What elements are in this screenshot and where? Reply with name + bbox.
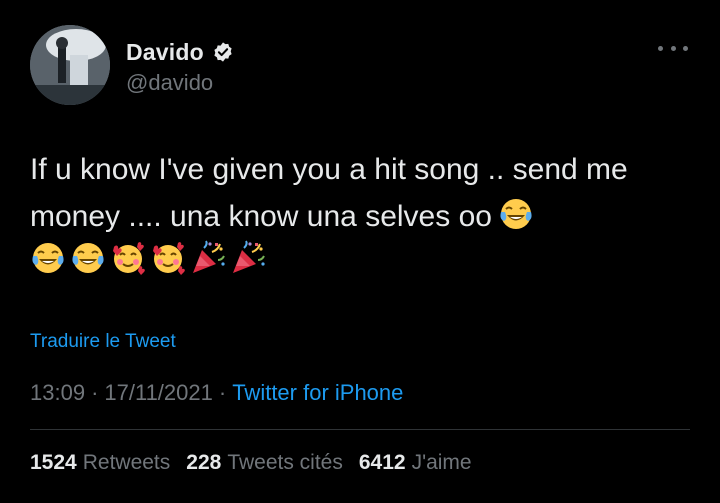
tears-of-joy-emoji-icon [30, 240, 66, 276]
likes-count: 6412 [358, 451, 406, 474]
smiling-face-with-hearts-emoji-icon [110, 240, 146, 276]
author-name-row: Davido [126, 38, 234, 66]
tweet-stats: 1524 Retweets 228 Tweets cités 6412 J'aime [30, 451, 488, 475]
retweets-label: Retweets [82, 451, 171, 474]
divider [30, 429, 690, 430]
verified-badge-icon [212, 41, 234, 63]
tears-of-joy-emoji-icon [70, 240, 106, 276]
dot [658, 45, 663, 51]
meta-separator: · [218, 380, 227, 405]
retweets-count: 1524 [30, 451, 77, 474]
avatar-image [30, 25, 110, 105]
tweet-date[interactable]: 17/11/2021 [104, 380, 212, 406]
translate-tweet-link[interactable]: Traduire le Tweet [30, 331, 176, 353]
tweet-meta: 13:09 · 17/11/2021 · Twitter for iPhone [30, 380, 403, 406]
likes-label: J'aime [411, 451, 472, 474]
tears-of-joy-emoji-icon [498, 196, 534, 232]
quote-tweets-label: Tweets cités [227, 451, 343, 474]
tweet-card: Davido @davido If u know I've given you … [0, 0, 720, 503]
likes-stat[interactable]: 6412 J'aime [359, 451, 472, 475]
dot [670, 45, 676, 51]
display-name[interactable]: Davido [126, 39, 204, 66]
tweet-text: If u know I've given you a hit song .. s… [30, 153, 628, 233]
meta-separator: · [91, 380, 99, 405]
tweet-time[interactable]: 13:09 [30, 380, 85, 406]
retweets-stat[interactable]: 1524 Retweets [30, 451, 170, 475]
tweet-text-block: If u know I've given you a hit song .. s… [30, 146, 690, 240]
quote-tweets-stat[interactable]: 228 Tweets cités [186, 451, 343, 475]
quote-tweets-count: 228 [186, 451, 222, 474]
avatar[interactable] [30, 25, 110, 105]
tweet-source-link[interactable]: Twitter for iPhone [232, 380, 403, 406]
smiling-face-with-hearts-emoji-icon [150, 240, 186, 276]
party-popper-emoji-icon [190, 240, 226, 276]
more-options-icon[interactable] [658, 38, 688, 58]
dot [683, 45, 688, 51]
emoji-row [30, 240, 266, 280]
party-popper-emoji-icon [230, 240, 266, 276]
author-handle[interactable]: @davido [126, 70, 213, 96]
